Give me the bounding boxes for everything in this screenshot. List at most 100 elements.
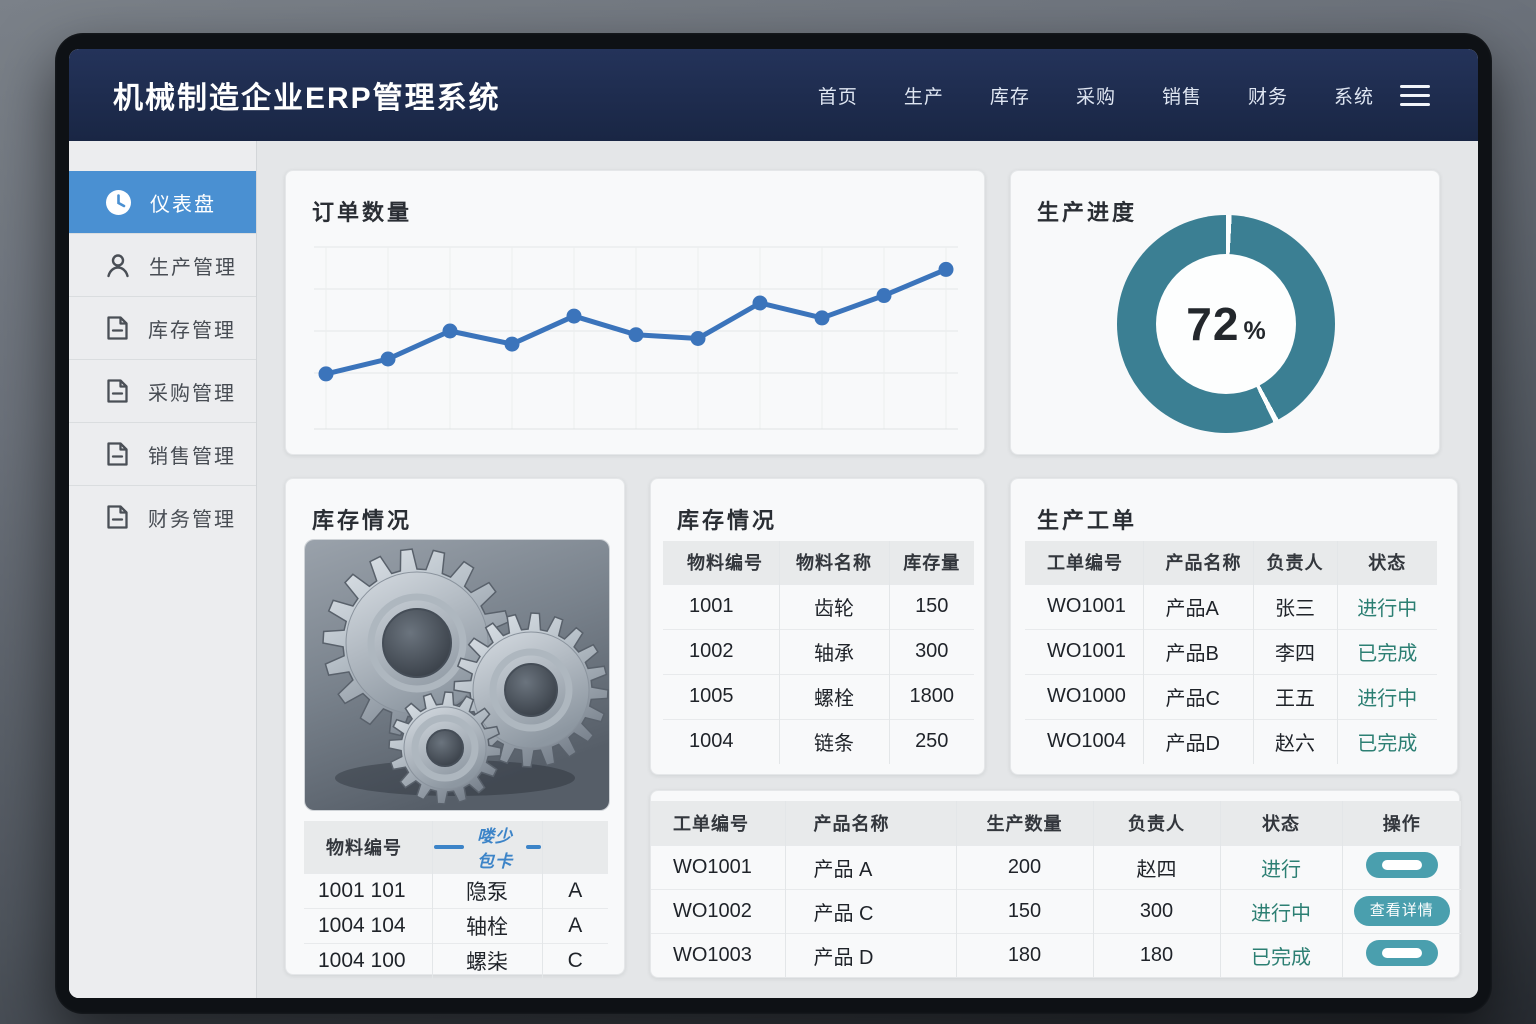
table-cell: 180 <box>955 933 1093 977</box>
column-header: 状态 <box>1336 541 1437 584</box>
table-cell: 产品D <box>1142 719 1253 764</box>
table-cell: 赵六 <box>1252 719 1337 764</box>
app-title: 机械制造企业ERP管理系统 <box>113 82 501 115</box>
column-header: 产品名称 <box>1142 541 1253 584</box>
donut-center: 72 % <box>1156 254 1296 394</box>
table-body: 1001 101 隐泵 A 1004 104 轴栓 A 1004 100 螺柒 C <box>304 873 608 979</box>
card-title-orders: 订单数量 <box>312 200 413 225</box>
table-cell: 齿轮 <box>778 584 889 629</box>
table-cell: 产品 A <box>784 845 956 889</box>
document-icon <box>107 379 128 403</box>
column-header: 喽少包卡 <box>431 821 542 874</box>
card-title-inventory-photo: 库存情况 <box>312 508 413 533</box>
table-cell: WO1000 <box>1047 685 1126 707</box>
card-title-work-orders: 生产工单 <box>1037 508 1138 533</box>
table-cell: C <box>541 943 608 979</box>
table-cell: 1004 104 <box>318 914 406 937</box>
table-cell: 180 <box>1092 933 1220 977</box>
table-cell: 1001 101 <box>318 879 406 902</box>
nav-item-6[interactable]: 财务 <box>1248 82 1288 109</box>
main-content: 仪表盘 生产管理 库存管理 采购管理 销售管理 财务管理 订单数量 生产进度 72 % <box>69 141 1478 998</box>
nav-item-3[interactable]: 库存 <box>990 82 1030 109</box>
sidebar-item-label: 生产管理 <box>149 256 237 279</box>
data-point-7 <box>690 330 706 346</box>
table-cell: 李四 <box>1252 629 1337 674</box>
table-cell: 产品 D <box>784 933 956 977</box>
table-cell: A <box>541 908 608 944</box>
table-cell: 轴栓 <box>431 908 542 944</box>
app-window: 机械制造企业ERP管理系统 首页 生产 库存 采购 销售 财务 系统 仪表盘生产管理库存管理… <box>69 49 1478 998</box>
sidebar-item-6[interactable]: 财务管理 <box>69 485 256 548</box>
status-cell: 已完成 <box>1219 933 1342 977</box>
nav-item-2[interactable]: 生产 <box>904 82 944 109</box>
nav-item-5[interactable]: 销售 <box>1162 82 1202 109</box>
sidebar-item-2[interactable]: 生产管理 <box>69 233 256 296</box>
column-header <box>541 821 608 874</box>
orders-detail-table: 工单编号 产品名称 生产数量 负责人 状态 操作 WO1001 产品 A 200 赵四 进行 WO10… <box>651 801 1461 977</box>
hamburger-menu-icon[interactable] <box>1400 84 1430 106</box>
nav-item-7[interactable]: 系统 <box>1334 82 1374 109</box>
table-row: WO1001 产品A 张三 进行中 <box>1025 584 1437 629</box>
nav-item-1[interactable]: 首页 <box>818 82 858 109</box>
handwritten-annotation: 喽少包卡 <box>433 822 541 872</box>
table-cell: 150 <box>888 584 974 629</box>
sidebar-item-5[interactable]: 销售管理 <box>69 422 256 485</box>
sidebar-item-4[interactable]: 采购管理 <box>69 359 256 422</box>
orders-line-chart <box>314 246 958 430</box>
table-row: WO1001 产品 A 200 赵四 进行 <box>651 845 1461 889</box>
gears-photo <box>304 539 610 811</box>
data-point-3 <box>442 323 458 339</box>
table-row: WO1002 产品 C 150 300 进行中 查看详情 <box>651 889 1461 933</box>
table-row: WO1003 产品 D 180 180 已完成 <box>651 933 1461 977</box>
data-point-8 <box>752 295 768 311</box>
app-header: 机械制造企业ERP管理系统 首页 生产 库存 采购 销售 财务 系统 <box>69 49 1478 141</box>
column-header: 工单编号 <box>1047 553 1123 574</box>
table-cell: 产品B <box>1142 629 1253 674</box>
table-cell: 1005 <box>689 685 734 707</box>
orders-chart-card: 订单数量 <box>285 170 985 455</box>
column-header: 负责人 <box>1252 541 1337 584</box>
action-button[interactable]: 查看详情 <box>1353 896 1450 926</box>
action-button[interactable] <box>1365 851 1438 878</box>
data-point-5 <box>566 308 582 324</box>
header-row: 工单编号 产品名称 生产数量 负责人 状态 操作 <box>651 801 1461 845</box>
desktop-background: 机械制造企业ERP管理系统 首页 生产 库存 采购 销售 财务 系统 仪表盘生产管理库存管理… <box>0 0 1536 1024</box>
action-cell <box>1341 933 1461 977</box>
table-cell: 1004 100 <box>318 949 406 973</box>
table-cell: 200 <box>955 845 1093 889</box>
sidebar-item-label: 采购管理 <box>148 382 236 405</box>
document-icon <box>107 505 128 529</box>
table-cell: 150 <box>955 889 1093 933</box>
table-cell: 轴承 <box>778 629 889 674</box>
table-row: 1004 链条 250 <box>663 719 974 764</box>
column-header: 库存量 <box>888 541 974 584</box>
table-cell: WO1001 <box>673 855 752 878</box>
data-point-2 <box>380 351 396 367</box>
header-row: 物料编号 喽少包卡 <box>304 821 608 874</box>
table-row: 1002 轴承 300 <box>663 629 974 674</box>
table-cell: 产品A <box>1142 584 1253 629</box>
sidebar-item-3[interactable]: 库存管理 <box>69 296 256 359</box>
table-row: 1004 100 螺柒 C <box>304 943 608 979</box>
document-icon <box>107 316 128 340</box>
sidebar-item-label: 库存管理 <box>148 319 236 342</box>
table-cell: 链条 <box>778 719 889 764</box>
column-header: 状态 <box>1219 801 1342 845</box>
inventory-table: 物料编号 物料名称 库存量 1001 齿轮 150 1002 轴承 300 1005 螺栓 1800 1… <box>663 541 974 764</box>
sidebar-item-1[interactable]: 仪表盘 <box>69 171 256 233</box>
table-cell: 产品C <box>1142 674 1253 719</box>
table-cell: 赵四 <box>1092 845 1220 889</box>
table-head: 工单编号 产品名称 生产数量 负责人 状态 操作 <box>651 801 1461 845</box>
table-cell: 1004 <box>689 730 734 753</box>
table-body: WO1001 产品 A 200 赵四 进行 WO1002 产品 C 150 300 进行中 查看详情… <box>651 845 1461 977</box>
orders-detail-table-card: 工单编号 产品名称 生产数量 负责人 状态 操作 WO1001 产品 A 200 赵四 进行 WO10… <box>650 790 1461 978</box>
action-button[interactable] <box>1365 939 1438 966</box>
table-cell: 1800 <box>888 674 974 719</box>
table-row: WO1000 产品C 王五 进行中 <box>1025 674 1437 719</box>
progress-percent: 72 <box>1186 298 1240 350</box>
table-cell: 螺栓 <box>778 674 889 719</box>
table-cell: 产品 C <box>784 889 956 933</box>
nav-item-4[interactable]: 采购 <box>1076 82 1116 109</box>
status-cell: 进行 <box>1219 845 1342 889</box>
table-cell: 王五 <box>1252 674 1337 719</box>
